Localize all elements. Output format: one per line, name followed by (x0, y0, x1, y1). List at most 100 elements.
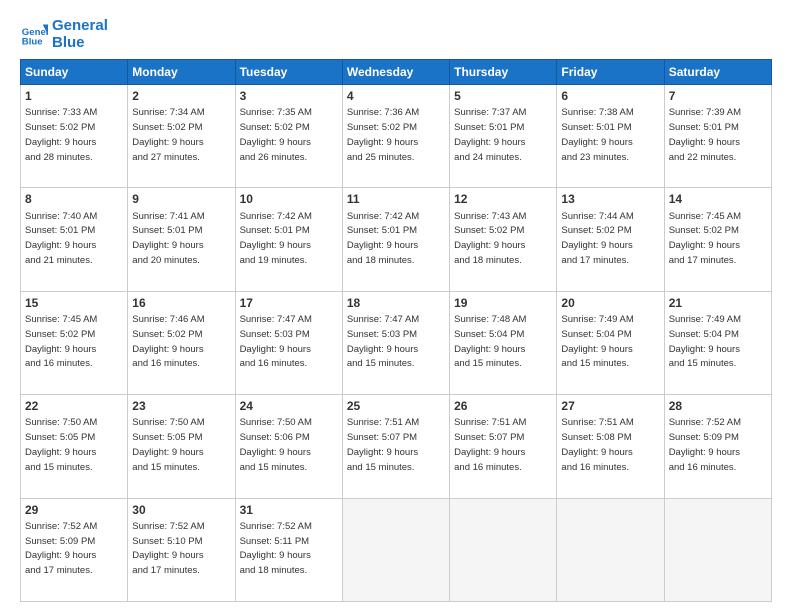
calendar-cell: 26 Sunrise: 7:51 AMSunset: 5:07 PMDayligh… (450, 395, 557, 498)
calendar-cell: 11 Sunrise: 7:42 AMSunset: 5:01 PMDayligh… (342, 188, 449, 291)
day-number: 15 (25, 295, 123, 311)
calendar-cell: 5 Sunrise: 7:37 AMSunset: 5:01 PMDaylight… (450, 85, 557, 188)
day-number: 1 (25, 88, 123, 104)
calendar-cell: 23 Sunrise: 7:50 AMSunset: 5:05 PMDayligh… (128, 395, 235, 498)
day-info: Sunrise: 7:39 AMSunset: 5:01 PMDaylight:… (669, 107, 741, 162)
day-number: 26 (454, 398, 552, 414)
day-info: Sunrise: 7:41 AMSunset: 5:01 PMDaylight:… (132, 211, 204, 266)
calendar-cell: 29 Sunrise: 7:52 AMSunset: 5:09 PMDayligh… (21, 498, 128, 601)
calendar-week-row: 8 Sunrise: 7:40 AMSunset: 5:01 PMDaylight… (21, 188, 772, 291)
calendar-cell (342, 498, 449, 601)
day-number: 10 (240, 191, 338, 207)
day-number: 13 (561, 191, 659, 207)
day-number: 5 (454, 88, 552, 104)
calendar-cell (557, 498, 664, 601)
calendar-cell: 4Sunrise: 7:36 AMSunset: 5:02 PMDaylight… (342, 85, 449, 188)
calendar-cell: 24 Sunrise: 7:50 AMSunset: 5:06 PMDayligh… (235, 395, 342, 498)
calendar-cell: 15 Sunrise: 7:45 AMSunset: 5:02 PMDayligh… (21, 291, 128, 394)
day-info: Sunrise: 7:51 AMSunset: 5:07 PMDaylight:… (347, 417, 419, 472)
day-info: Sunrise: 7:52 AMSunset: 5:11 PMDaylight:… (240, 521, 312, 576)
day-info: Sunrise: 7:47 AMSunset: 5:03 PMDaylight:… (240, 314, 312, 369)
day-number: 29 (25, 502, 123, 518)
day-number: 28 (669, 398, 767, 414)
calendar-cell: 9Sunrise: 7:41 AMSunset: 5:01 PMDaylight… (128, 188, 235, 291)
day-info: Sunrise: 7:50 AMSunset: 5:05 PMDaylight:… (25, 417, 97, 472)
calendar-cell: 28Sunrise: 7:52 AMSunset: 5:09 PMDayligh… (664, 395, 771, 498)
weekday-header-row: SundayMondayTuesdayWednesdayThursdayFrid… (21, 60, 772, 85)
calendar-week-row: 1Sunrise: 7:33 AMSunset: 5:02 PMDaylight… (21, 85, 772, 188)
calendar-table: SundayMondayTuesdayWednesdayThursdayFrid… (20, 59, 772, 602)
calendar-week-row: 29 Sunrise: 7:52 AMSunset: 5:09 PMDayligh… (21, 498, 772, 601)
day-info: Sunrise: 7:52 AMSunset: 5:09 PMDaylight:… (25, 521, 97, 576)
day-number: 30 (132, 502, 230, 518)
day-number: 21 (669, 295, 767, 311)
calendar-cell: 22Sunrise: 7:50 AMSunset: 5:05 PMDayligh… (21, 395, 128, 498)
day-number: 7 (669, 88, 767, 104)
calendar-page: General Blue General Blue SundayMondayTu… (0, 0, 792, 612)
calendar-cell: 8 Sunrise: 7:40 AMSunset: 5:01 PMDaylight… (21, 188, 128, 291)
day-info: Sunrise: 7:44 AMSunset: 5:02 PMDaylight:… (561, 211, 633, 266)
day-info: Sunrise: 7:49 AMSunset: 5:04 PMDaylight:… (561, 314, 633, 369)
day-number: 24 (240, 398, 338, 414)
day-number: 14 (669, 191, 767, 207)
weekday-header: Thursday (450, 60, 557, 85)
calendar-cell: 3 Sunrise: 7:35 AMSunset: 5:02 PMDaylight… (235, 85, 342, 188)
day-info: Sunrise: 7:52 AMSunset: 5:10 PMDaylight:… (132, 521, 204, 576)
calendar-cell: 12 Sunrise: 7:43 AMSunset: 5:02 PMDayligh… (450, 188, 557, 291)
day-number: 16 (132, 295, 230, 311)
calendar-cell: 2 Sunrise: 7:34 AMSunset: 5:02 PMDaylight… (128, 85, 235, 188)
day-info: Sunrise: 7:47 AMSunset: 5:03 PMDaylight:… (347, 314, 419, 369)
day-number: 4 (347, 88, 445, 104)
calendar-week-row: 22Sunrise: 7:50 AMSunset: 5:05 PMDayligh… (21, 395, 772, 498)
calendar-cell: 13 Sunrise: 7:44 AMSunset: 5:02 PMDayligh… (557, 188, 664, 291)
day-number: 18 (347, 295, 445, 311)
day-info: Sunrise: 7:43 AMSunset: 5:02 PMDaylight:… (454, 211, 526, 266)
day-info: Sunrise: 7:46 AMSunset: 5:02 PMDaylight:… (132, 314, 204, 369)
day-info: Sunrise: 7:51 AMSunset: 5:07 PMDaylight:… (454, 417, 526, 472)
day-info: Sunrise: 7:42 AMSunset: 5:01 PMDaylight:… (240, 211, 312, 266)
header: General Blue General Blue (20, 18, 772, 51)
calendar-cell: 14 Sunrise: 7:45 AMSunset: 5:02 PMDayligh… (664, 188, 771, 291)
calendar-cell: 16 Sunrise: 7:46 AMSunset: 5:02 PMDayligh… (128, 291, 235, 394)
day-number: 6 (561, 88, 659, 104)
day-number: 8 (25, 191, 123, 207)
day-info: Sunrise: 7:45 AMSunset: 5:02 PMDaylight:… (669, 211, 741, 266)
day-number: 11 (347, 191, 445, 207)
day-info: Sunrise: 7:38 AMSunset: 5:01 PMDaylight:… (561, 107, 633, 162)
weekday-header: Monday (128, 60, 235, 85)
calendar-cell: 31 Sunrise: 7:52 AMSunset: 5:11 PMDayligh… (235, 498, 342, 601)
weekday-header: Tuesday (235, 60, 342, 85)
day-info: Sunrise: 7:49 AMSunset: 5:04 PMDaylight:… (669, 314, 741, 369)
day-info: Sunrise: 7:40 AMSunset: 5:01 PMDaylight:… (25, 211, 97, 266)
calendar-cell (450, 498, 557, 601)
day-info: Sunrise: 7:34 AMSunset: 5:02 PMDaylight:… (132, 107, 204, 162)
day-info: Sunrise: 7:50 AMSunset: 5:06 PMDaylight:… (240, 417, 312, 472)
day-number: 12 (454, 191, 552, 207)
calendar-cell: 1Sunrise: 7:33 AMSunset: 5:02 PMDaylight… (21, 85, 128, 188)
day-info: Sunrise: 7:35 AMSunset: 5:02 PMDaylight:… (240, 107, 312, 162)
calendar-cell: 21 Sunrise: 7:49 AMSunset: 5:04 PMDayligh… (664, 291, 771, 394)
day-number: 31 (240, 502, 338, 518)
day-info: Sunrise: 7:48 AMSunset: 5:04 PMDaylight:… (454, 314, 526, 369)
calendar-cell: 19 Sunrise: 7:48 AMSunset: 5:04 PMDayligh… (450, 291, 557, 394)
calendar-cell: 17 Sunrise: 7:47 AMSunset: 5:03 PMDayligh… (235, 291, 342, 394)
day-info: Sunrise: 7:45 AMSunset: 5:02 PMDaylight:… (25, 314, 97, 369)
calendar-cell: 30 Sunrise: 7:52 AMSunset: 5:10 PMDayligh… (128, 498, 235, 601)
day-number: 17 (240, 295, 338, 311)
day-number: 23 (132, 398, 230, 414)
day-info: Sunrise: 7:42 AMSunset: 5:01 PMDaylight:… (347, 211, 419, 266)
calendar-cell: 6 Sunrise: 7:38 AMSunset: 5:01 PMDaylight… (557, 85, 664, 188)
calendar-cell (664, 498, 771, 601)
day-number: 3 (240, 88, 338, 104)
day-info: Sunrise: 7:50 AMSunset: 5:05 PMDaylight:… (132, 417, 204, 472)
weekday-header: Wednesday (342, 60, 449, 85)
svg-text:Blue: Blue (22, 36, 43, 47)
day-number: 19 (454, 295, 552, 311)
logo-icon: General Blue (20, 21, 48, 49)
weekday-header: Sunday (21, 60, 128, 85)
day-info: Sunrise: 7:37 AMSunset: 5:01 PMDaylight:… (454, 107, 526, 162)
logo: General Blue General Blue (20, 18, 108, 51)
calendar-cell: 7 Sunrise: 7:39 AMSunset: 5:01 PMDaylight… (664, 85, 771, 188)
logo-text: General Blue (52, 18, 108, 51)
day-number: 2 (132, 88, 230, 104)
